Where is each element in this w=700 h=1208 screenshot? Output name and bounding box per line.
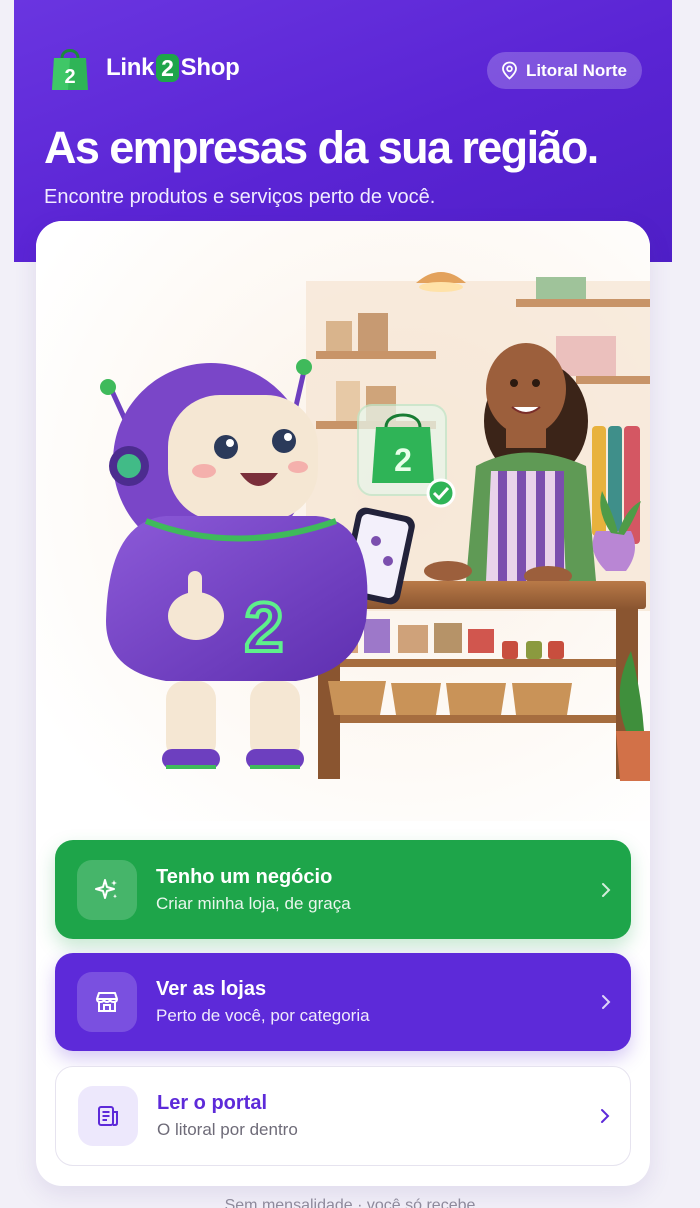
read-portal-title: Ler o portal <box>157 1092 268 1114</box>
svg-text:2: 2 <box>394 442 412 478</box>
brand-name-suffix: Shop <box>180 54 240 81</box>
browse-stores-text: Ver as lojas Perto de você, por categori… <box>156 978 601 1026</box>
chevron-right-icon <box>602 995 611 1009</box>
read-portal-subtitle: O litoral por dentro <box>157 1120 298 1139</box>
create-store-subtitle: Criar minha loja, de graça <box>156 893 351 913</box>
map-pin-icon <box>502 61 517 80</box>
storefront-icon-wrapper <box>77 972 137 1032</box>
storefront-icon <box>96 992 118 1012</box>
read-portal-button[interactable]: Ler o portal O litoral por dentro <box>55 1066 631 1166</box>
page-subheadline: Encontre produtos e serviços perto de vo… <box>44 186 436 208</box>
sparkles-icon-wrapper <box>77 859 137 920</box>
svg-text:2: 2 <box>64 66 75 88</box>
shopping-bag-icon: 2 <box>52 49 88 90</box>
newspaper-icon <box>98 1106 118 1126</box>
footer-note: Sem mensalidade · você só recebe <box>224 1197 476 1208</box>
create-store-button[interactable]: Tenho um negócio Criar minha loja, de gr… <box>55 840 631 939</box>
brand-logo-link[interactable]: 2 Link 2 Shop <box>50 44 240 92</box>
mascot-robot-and-shopkeeper-illustration: 2 2 <box>36 221 650 821</box>
chevron-right-icon <box>601 1109 610 1123</box>
main-card: 2 2 Tenho um negócio Criar minha loja, d… <box>36 221 650 1186</box>
browse-stores-button[interactable]: Ver as lojas Perto de você, por categori… <box>55 953 631 1051</box>
newspaper-icon-wrapper <box>78 1086 138 1146</box>
location-label: Litoral Norte <box>525 60 627 80</box>
read-portal-text: Ler o portal O litoral por dentro <box>157 1092 600 1140</box>
page-headline: As empresas da sua região. <box>44 122 599 173</box>
sparkles-icon <box>95 878 117 899</box>
create-store-text: Tenho um negócio Criar minha loja, de gr… <box>156 866 601 914</box>
create-store-title: Tenho um negócio <box>156 865 333 888</box>
svg-text:2: 2 <box>245 588 284 666</box>
browse-stores-subtitle: Perto de você, por categoria <box>156 1006 370 1025</box>
location-selector[interactable]: Litoral Norte <box>486 52 642 89</box>
chevron-right-icon <box>602 882 611 897</box>
brand-name: Link 2 Shop <box>106 54 240 82</box>
brand-name-number: 2 <box>156 54 179 82</box>
brand-name-prefix: Link <box>106 54 155 81</box>
browse-stores-title: Ver as lojas <box>156 978 267 1000</box>
